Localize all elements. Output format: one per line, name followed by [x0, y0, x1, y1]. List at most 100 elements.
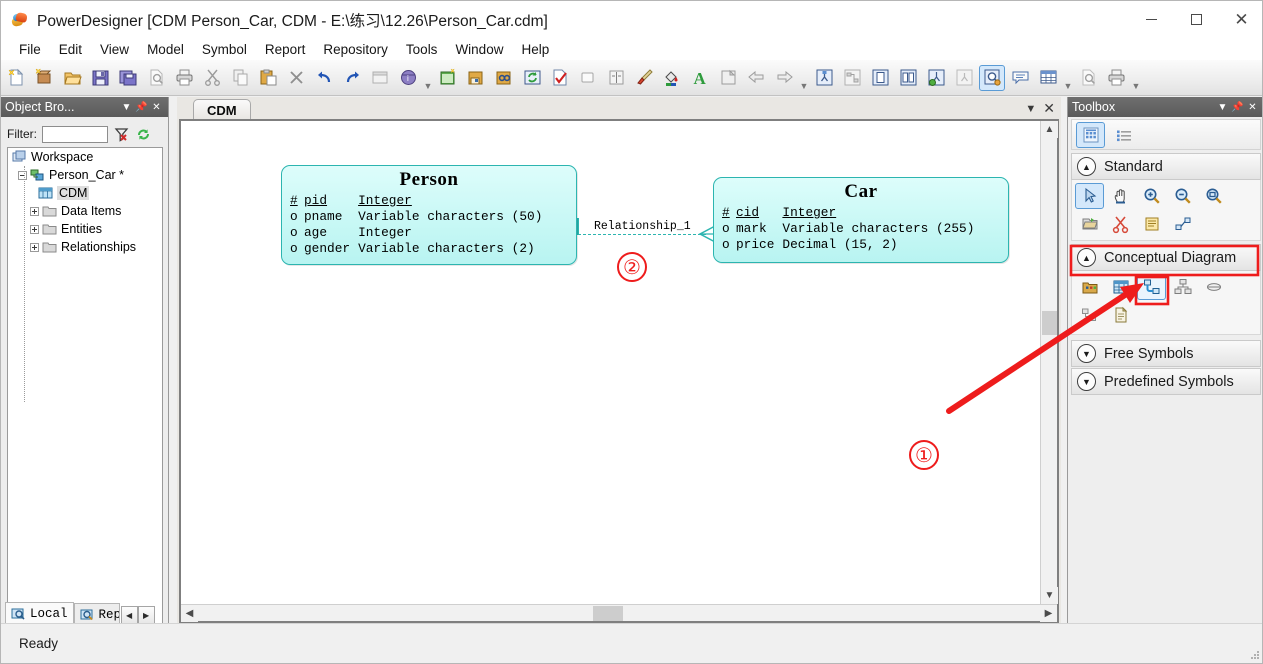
menu-report[interactable]: Report: [256, 40, 315, 59]
relationship-icon[interactable]: [1137, 274, 1166, 300]
refresh-icon[interactable]: [135, 126, 152, 143]
expander-minus-icon[interactable]: [18, 170, 27, 180]
cut-icon[interactable]: [199, 65, 225, 91]
toolbox-group-conceptual-diagram-header[interactable]: ▲ Conceptual Diagram: [1071, 244, 1261, 271]
relationship-line[interactable]: [578, 234, 706, 235]
zoom-tool-icon[interactable]: [979, 64, 1005, 91]
canvas-vertical-scrollbar[interactable]: ▲ ▼: [1040, 121, 1058, 604]
package-icon[interactable]: [1075, 274, 1104, 300]
zoom-out-icon[interactable]: [1168, 183, 1197, 209]
vertical-scroll-thumb[interactable]: [1042, 311, 1057, 335]
browser-menu-chevron-down-icon[interactable]: ▼: [119, 99, 134, 115]
check-model-icon[interactable]: i: [395, 65, 421, 91]
minimize-button[interactable]: [1129, 1, 1174, 38]
format-brush-icon[interactable]: [631, 65, 657, 91]
expander-plus-icon[interactable]: [30, 224, 39, 234]
tree-item-person-car[interactable]: Person_Car *: [8, 166, 162, 184]
zoom-graph-icon[interactable]: [951, 65, 977, 91]
zoom-in-icon[interactable]: [1137, 183, 1166, 209]
chevron-up-icon[interactable]: ▲: [1077, 157, 1096, 176]
scroll-right-button[interactable]: ▶: [1040, 605, 1057, 622]
open-package-icon[interactable]: [1075, 211, 1104, 237]
undo-icon[interactable]: [311, 65, 337, 91]
note-icon[interactable]: [1137, 211, 1166, 237]
align-icon[interactable]: [603, 65, 629, 91]
check-document-icon[interactable]: [547, 65, 573, 91]
tabbar-close-icon[interactable]: ✕: [1043, 100, 1055, 117]
package-properties-icon[interactable]: [463, 65, 489, 91]
entity-icon[interactable]: [1106, 274, 1135, 300]
menu-edit[interactable]: Edit: [50, 40, 91, 59]
scroll-down-button[interactable]: ▼: [1041, 587, 1058, 604]
print-icon[interactable]: [171, 65, 197, 91]
grid-icon[interactable]: [1035, 65, 1061, 91]
delete-icon[interactable]: [283, 65, 309, 91]
zoom-page-icon[interactable]: [867, 65, 893, 91]
refresh-diagram-icon[interactable]: [519, 65, 545, 91]
chevron-down-icon[interactable]: ▼: [1077, 344, 1096, 363]
chevron-down-icon[interactable]: ▼: [1077, 372, 1096, 391]
attribute-row[interactable]: o pname Variable characters (50): [290, 209, 542, 225]
relationship-label[interactable]: Relationship_1: [594, 220, 691, 233]
paste-icon[interactable]: [255, 65, 281, 91]
browser-close-icon[interactable]: ✕: [149, 99, 164, 115]
menu-file[interactable]: File: [10, 40, 50, 59]
toolbar-overflow-2[interactable]: [799, 65, 809, 91]
toolbox-group-standard-header[interactable]: ▲ Standard: [1071, 153, 1261, 180]
shape-icon[interactable]: [575, 65, 601, 91]
menu-model[interactable]: Model: [138, 40, 193, 59]
delete-scissors-icon[interactable]: [1106, 211, 1135, 237]
toolbar-overflow-1[interactable]: [423, 65, 433, 91]
zoom-width-icon[interactable]: [895, 65, 921, 91]
fill-color-icon[interactable]: [659, 65, 685, 91]
redo-icon[interactable]: [339, 65, 365, 91]
pointer-icon[interactable]: [1075, 183, 1104, 209]
properties-icon[interactable]: [367, 65, 393, 91]
forward-icon[interactable]: [771, 65, 797, 91]
tree-item-relationships[interactable]: Relationships: [8, 238, 162, 256]
object-tree[interactable]: Workspace Person_Car * CDM Data Items En…: [7, 147, 163, 663]
inheritance-icon[interactable]: [1168, 274, 1197, 300]
resize-grip[interactable]: [1249, 649, 1261, 661]
toolbox-menu-chevron-down-icon[interactable]: ▼: [1215, 99, 1230, 115]
save-icon[interactable]: [87, 65, 113, 91]
menu-tools[interactable]: Tools: [397, 40, 447, 59]
maximize-button[interactable]: [1174, 1, 1219, 38]
back-icon[interactable]: [743, 65, 769, 91]
attribute-row[interactable]: o age Integer: [290, 225, 542, 241]
image-icon[interactable]: [715, 65, 741, 91]
tabbar-chevron-down-icon[interactable]: ▼: [1025, 103, 1036, 115]
new-model-icon[interactable]: [3, 65, 29, 91]
clear-filter-icon[interactable]: [113, 126, 130, 143]
menu-help[interactable]: Help: [512, 40, 558, 59]
zoom-rect-icon[interactable]: [1199, 183, 1228, 209]
list-view-icon[interactable]: [1109, 122, 1138, 148]
menu-symbol[interactable]: Symbol: [193, 40, 256, 59]
attribute-row[interactable]: o gender Variable characters (2): [290, 241, 542, 257]
zoom-selection-icon[interactable]: [923, 65, 949, 91]
tab-cdm[interactable]: CDM: [193, 99, 251, 120]
print-preview-icon[interactable]: [143, 65, 169, 91]
link-icon[interactable]: [1168, 211, 1197, 237]
copy-icon[interactable]: [227, 65, 253, 91]
horizontal-scroll-thumb[interactable]: [593, 606, 623, 621]
comment-icon[interactable]: [1007, 65, 1033, 91]
entity-car[interactable]: Car # cid Integer o mark Variable charac…: [713, 177, 1009, 263]
attribute-row[interactable]: o price Decimal (15, 2): [722, 237, 974, 253]
browser-tab-repository[interactable]: Rep: [73, 603, 120, 625]
menu-view[interactable]: View: [91, 40, 138, 59]
attribute-row[interactable]: # pid Integer: [290, 193, 542, 209]
close-button[interactable]: ✕: [1219, 1, 1262, 38]
font-color-icon[interactable]: A: [687, 65, 713, 91]
print-preview2-icon[interactable]: [1075, 65, 1101, 91]
browser-pin-icon[interactable]: 📌: [134, 99, 149, 115]
auto-layout-icon[interactable]: [839, 65, 865, 91]
open-folder-icon[interactable]: [59, 65, 85, 91]
association-icon[interactable]: [1199, 274, 1228, 300]
new-diagram-icon[interactable]: [435, 65, 461, 91]
tree-item-cdm[interactable]: CDM: [8, 184, 162, 202]
toolbar-overflow-3[interactable]: [1063, 65, 1073, 91]
association-link-icon[interactable]: [1075, 302, 1104, 328]
tree-item-entities[interactable]: Entities: [8, 220, 162, 238]
browser-tab-local[interactable]: Local: [5, 602, 74, 625]
